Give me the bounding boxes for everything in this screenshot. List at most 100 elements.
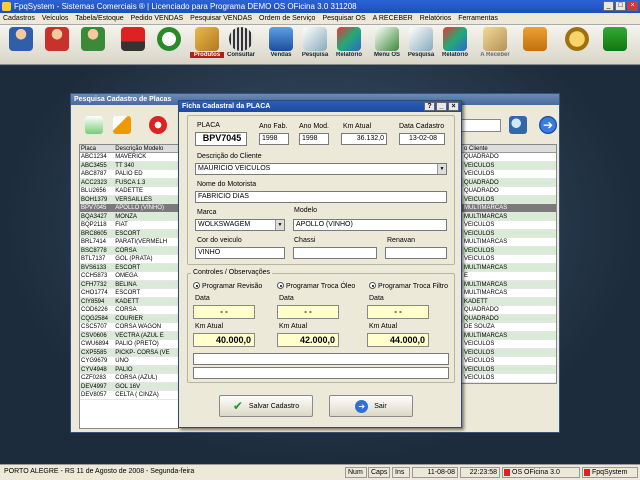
table-row[interactable]: ACC2323 FUSCA 1.3	[80, 178, 178, 187]
search-input[interactable]	[461, 119, 501, 132]
revisao-date-field[interactable]: - -	[193, 305, 255, 319]
cliente-cell[interactable]: QUADRADO	[462, 178, 556, 187]
exit-button[interactable]	[598, 27, 632, 63]
table-row[interactable]: BQP2118 FIAT	[80, 221, 178, 230]
sair-button[interactable]: ➔ Sair	[329, 395, 413, 417]
oleo-km-field[interactable]: 42.000,0	[277, 333, 339, 347]
table-row[interactable]: CYG9679 UNO	[80, 357, 178, 366]
cliente-cell[interactable]: MULTIMARCAS	[462, 204, 556, 213]
plates-table[interactable]: Placa Descrição Modelo ABC1234 MAVERICK AB…	[79, 144, 179, 429]
cliente-cell[interactable]: MULTIMARCAS	[462, 331, 556, 340]
delete-icon[interactable]	[149, 116, 167, 134]
dialog-minimize-button[interactable]: _	[436, 102, 447, 111]
placa-field[interactable]: BPV7045	[195, 132, 247, 146]
cliente-cell[interactable]: VEICULOS	[462, 229, 556, 238]
programar-troca-oleo-radio[interactable]: Programar Troca Óleo	[277, 282, 355, 290]
oleo-date-field[interactable]: - -	[277, 305, 339, 319]
table-row[interactable]: BRL7414 PARATI(VERMELH	[80, 238, 178, 247]
menu-relatorios[interactable]: Relatórios	[420, 15, 452, 22]
vendas-button[interactable]: Vendas	[264, 27, 298, 63]
cliente-cell[interactable]: MULTIMARCAS	[462, 280, 556, 289]
pesquisa-os-button[interactable]: Pesquisa	[404, 27, 438, 63]
observacao-line-2[interactable]	[193, 367, 449, 379]
cliente-cell[interactable]: KADETT	[462, 297, 556, 306]
table-row[interactable]: CSC5707 CORSA WAGON	[80, 323, 178, 332]
table-row[interactable]: DEV4997 GOL 16V	[80, 382, 178, 391]
user-green-button[interactable]	[76, 27, 110, 63]
relatorio-os-button[interactable]: Relatório	[438, 27, 472, 63]
table-row[interactable]: CWU6894 PALIO (PRETO)	[80, 340, 178, 349]
marca-select[interactable]: WOLKSWAGEM ▼	[195, 219, 285, 231]
km-atual-field[interactable]: 36.132,0	[341, 133, 387, 145]
cliente-cell[interactable]: MULTIMARCAS	[462, 263, 556, 272]
truck-button[interactable]	[116, 27, 150, 63]
menu-pesquisar-vendas[interactable]: Pesquisar VENDAS	[190, 15, 252, 22]
menu-tabela-estoque[interactable]: Tabela/Estoque	[75, 15, 123, 22]
cliente-cell[interactable]: VEICULOS	[462, 357, 556, 366]
calculator-button[interactable]	[518, 27, 552, 63]
produtos-button[interactable]: Produtos	[190, 27, 224, 63]
cliente-cell[interactable]: VEICULOS	[462, 365, 556, 374]
observacao-line-1[interactable]	[193, 353, 449, 365]
table-row[interactable]: BLU2656 KADETTE	[80, 187, 178, 196]
consultar-button[interactable]: Consultar	[224, 27, 258, 63]
table-row[interactable]: BTL7137 GOL (PRATA)	[80, 255, 178, 264]
cliente-cell[interactable]: CARLOS	[462, 382, 556, 383]
cliente-cell[interactable]: E	[462, 272, 556, 281]
menu-cadastros[interactable]: Cadastros	[3, 15, 35, 22]
cor-field[interactable]: VINHO	[195, 247, 285, 259]
table-row[interactable]: CCH5873 OMEGA	[80, 272, 178, 281]
table-row[interactable]: BRC8605 ESCORT	[80, 229, 178, 238]
table-row[interactable]: BQA3427 MONZA	[80, 212, 178, 221]
menu-ordem-servico[interactable]: Ordem de Serviço	[259, 15, 315, 22]
revisao-km-field[interactable]: 40.000,0	[193, 333, 255, 347]
cliente-select[interactable]: MAURICIO VEICULOS ▼	[195, 163, 447, 175]
dialog-close-button[interactable]: ×	[448, 102, 459, 111]
go-arrow-icon[interactable]: ➔	[539, 116, 557, 134]
help-button[interactable]: ?	[424, 102, 435, 111]
a-receber-button[interactable]: A Receber	[478, 27, 512, 63]
motorista-field[interactable]: FABRICIO DIAS	[195, 191, 447, 203]
filtro-km-field[interactable]: 44.000,0	[367, 333, 429, 347]
ano-fab-field[interactable]: 1998	[259, 133, 289, 145]
table-row[interactable]: BOH1379 VERSAILLES	[80, 195, 178, 204]
menu-pesquisar-os[interactable]: Pesquisar OS	[322, 15, 365, 22]
cliente-cell[interactable]: VEICULOS	[462, 255, 556, 264]
maximize-button[interactable]: □	[615, 1, 626, 11]
new-record-icon[interactable]	[85, 116, 103, 134]
cliente-cell[interactable]: VEICULOS	[462, 348, 556, 357]
modelo-field[interactable]: APOLLO (VINHO)	[293, 219, 447, 231]
cliente-cell[interactable]: VEICULOS	[462, 340, 556, 349]
pesquisa-vendas-button[interactable]: Pesquisa	[298, 27, 332, 63]
cliente-cell[interactable]: VEICULOS	[462, 221, 556, 230]
menu-ferramentas[interactable]: Ferramentas	[458, 15, 498, 22]
cliente-cell[interactable]: QUADRADO	[462, 187, 556, 196]
data-cadastro-field[interactable]: 13-02-08	[399, 133, 445, 145]
table-row[interactable]: ABC1234 MAVERICK	[80, 153, 178, 162]
filtro-date-field[interactable]: - -	[367, 305, 429, 319]
renavan-field[interactable]	[385, 247, 447, 259]
table-row[interactable]: CHO1774 ESCORT	[80, 289, 178, 298]
table-row[interactable]: CSV0606 VECTRA (AZUL E	[80, 331, 178, 340]
clients-column[interactable]: o Cliente QUADRADO VEICULOS VEICULOS QUADRA…	[461, 144, 557, 384]
table-row[interactable]: CIY8594 KADETT	[80, 297, 178, 306]
table-row[interactable]: ABC3455 TT 340	[80, 161, 178, 170]
cliente-cell[interactable]: VEICULOS	[462, 195, 556, 204]
close-button[interactable]: ×	[627, 1, 638, 11]
menu-pedido-vendas[interactable]: Pedido VENDAS	[131, 15, 184, 22]
cliente-cell[interactable]: MULTIMARCAS	[462, 212, 556, 221]
table-row[interactable]: ABC8787 PALIO ED	[80, 170, 178, 179]
clock-button[interactable]	[152, 27, 186, 63]
salvar-cadastro-button[interactable]: ✔ Salvar Cadastro	[219, 395, 313, 417]
minimize-button[interactable]: _	[603, 1, 614, 11]
user-red-button[interactable]	[40, 27, 74, 63]
table-row[interactable]: CZF0283 CORSA (AZUL)	[80, 374, 178, 383]
ano-mod-field[interactable]: 1998	[299, 133, 329, 145]
edit-icon[interactable]	[113, 116, 131, 134]
relatorio-vendas-button[interactable]: Relatório	[332, 27, 366, 63]
table-row[interactable]: CXP5585 PICKP- CORSA (VE	[80, 348, 178, 357]
table-row[interactable]: BSC8778 CORSA	[80, 246, 178, 255]
cliente-cell[interactable]: VEICULOS	[462, 161, 556, 170]
menu-veiculos[interactable]: Veículos	[42, 15, 68, 22]
coins-button[interactable]	[560, 27, 594, 63]
